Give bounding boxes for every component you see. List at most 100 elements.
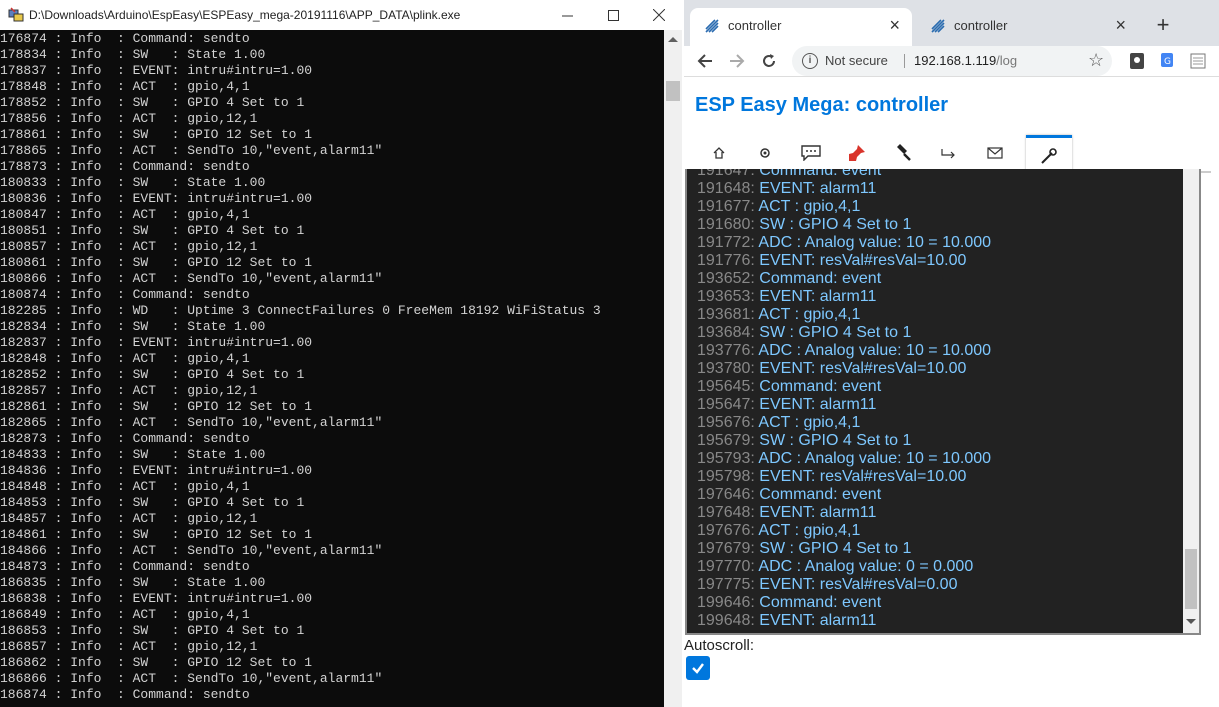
console-titlebar[interactable]: D:\Downloads\Arduino\EspEasy\ESPEasy_meg… — [0, 0, 682, 30]
tab-label: controller — [954, 18, 1008, 33]
console-line: 178873 : Info : Command: sendto — [0, 159, 250, 174]
log-timestamp: 197775: — [697, 576, 755, 593]
extension-icon[interactable] — [1129, 52, 1145, 70]
favicon-icon — [931, 19, 945, 33]
log-message: EVENT: resVal#resVal=0.00 — [759, 576, 958, 593]
autoscroll-checkbox[interactable] — [686, 656, 710, 680]
log-message: ACT : gpio,4,1 — [758, 414, 861, 431]
tab-controller[interactable]: controller × — [916, 8, 1138, 46]
nav-tab-tools[interactable] — [1026, 135, 1072, 173]
info-icon[interactable]: i — [802, 53, 818, 69]
log-line: 195676: ACT : gpio,4,1 — [697, 414, 991, 432]
nav-tab-main[interactable] — [696, 135, 742, 171]
log-viewer[interactable]: 191647: Command: event 191648: EVENT: ala… — [685, 169, 1201, 635]
log-message: ADC : Analog value: 10 = 10.000 — [758, 234, 992, 251]
log-message: EVENT: alarm11 — [759, 288, 877, 305]
log-timestamp: 191680: — [697, 216, 755, 233]
console-scroll-thumb[interactable] — [666, 81, 680, 101]
log-message: ADC : Analog value: 0 = 0.000 — [758, 558, 974, 575]
log-message: SW : GPIO 4 Set to 1 — [759, 540, 912, 557]
url-path: /log — [996, 53, 1018, 68]
log-timestamp: 195647: — [697, 396, 755, 413]
log-message: SW : GPIO 4 Set to 1 — [759, 432, 912, 449]
page-title: ESP Easy Mega: controller — [695, 94, 949, 116]
console-line: 180847 : Info : ACT : gpio,4,1 — [0, 207, 250, 222]
reader-icon[interactable] — [1190, 52, 1206, 70]
console-line: 180833 : Info : SW : State 1.00 — [0, 175, 266, 190]
log-timestamp: 195798: — [697, 468, 755, 485]
new-tab-button[interactable]: + — [1152, 12, 1174, 38]
console-line: 184873 : Info : Command: sendto — [0, 559, 250, 574]
log-line: 199646: Command: event — [697, 594, 991, 612]
maximize-button[interactable] — [590, 0, 636, 30]
address-bar[interactable]: i Not secure 192.168.1.119/log ☆ — [792, 46, 1112, 76]
url-host: 192.168.1.119 — [914, 53, 997, 68]
log-line: 197676: ACT : gpio,4,1 — [697, 522, 991, 540]
nav-tab-controllers[interactable] — [788, 135, 834, 171]
scroll-down-icon[interactable] — [1186, 619, 1196, 624]
console-output[interactable]: 176874 : Info : Command: sendto 178834 : … — [0, 30, 664, 707]
browser-toolbar: i Not secure 192.168.1.119/log ☆ G — [684, 46, 1219, 77]
console-line: 178861 : Info : SW : GPIO 12 Set to 1 — [0, 127, 313, 142]
favicon-icon — [705, 19, 719, 33]
tab-close-icon[interactable]: × — [1115, 15, 1126, 36]
console-line: 186857 : Info : ACT : gpio,12,1 — [0, 639, 258, 654]
tab-close-icon[interactable]: × — [889, 15, 900, 36]
log-line: 193653: EVENT: alarm11 — [697, 288, 991, 306]
svg-text:G: G — [1164, 57, 1171, 67]
console-line: 184848 : Info : ACT : gpio,4,1 — [0, 479, 250, 494]
log-scrollbar[interactable] — [1183, 169, 1199, 633]
console-line: 178837 : Info : EVENT: intru#intru=1.00 — [0, 63, 313, 78]
log-timestamp: 193653: — [697, 288, 755, 305]
log-line: 195798: EVENT: resVal#resVal=10.00 — [697, 468, 991, 486]
bookmark-star-icon[interactable]: ☆ — [1088, 50, 1104, 71]
tab-controller-active[interactable]: controller × — [690, 8, 912, 46]
console-line: 186849 : Info : ACT : gpio,4,1 — [0, 607, 250, 622]
log-scroll-thumb[interactable] — [1185, 549, 1197, 609]
url-text[interactable]: 192.168.1.119/log — [914, 53, 1017, 68]
nav-tab-config[interactable] — [742, 135, 788, 171]
console-window: D:\Downloads\Arduino\EspEasy\ESPEasy_meg… — [0, 0, 682, 707]
close-button[interactable] — [636, 0, 682, 30]
console-line: 180874 : Info : Command: sendto — [0, 287, 250, 302]
console-line: 182285 : Info : WD : Uptime 3 ConnectFai… — [0, 303, 601, 318]
nav-tab-hardware[interactable] — [834, 135, 880, 171]
scroll-up-icon[interactable] — [668, 37, 678, 42]
log-timestamp: 197679: — [697, 540, 755, 557]
forward-button[interactable] — [725, 49, 749, 73]
console-line: 182857 : Info : ACT : gpio,12,1 — [0, 383, 258, 398]
log-line: 197770: ADC : Analog value: 0 = 0.000 — [697, 558, 991, 576]
nav-tab-rules[interactable] — [926, 135, 972, 171]
translate-icon[interactable]: G — [1160, 52, 1176, 70]
nav-tab-devices[interactable] — [880, 135, 926, 171]
back-button[interactable] — [693, 49, 717, 73]
log-line-list: 191647: Command: event 191648: EVENT: ala… — [697, 169, 991, 630]
console-scrollbar[interactable] — [664, 30, 682, 707]
log-timestamp: 193681: — [697, 306, 755, 323]
reload-button[interactable] — [757, 49, 781, 73]
minimize-button[interactable] — [544, 0, 590, 30]
nav-tab-notifications[interactable] — [972, 135, 1018, 171]
console-line: 182837 : Info : EVENT: intru#intru=1.00 — [0, 335, 313, 350]
log-message: EVENT: resVal#resVal=10.00 — [759, 468, 967, 485]
minimize-icon — [561, 15, 573, 16]
autoscroll-label: Autoscroll: — [684, 637, 755, 654]
log-timestamp: 195679: — [697, 432, 755, 449]
console-line: 186835 : Info : SW : State 1.00 — [0, 575, 266, 590]
log-message: EVENT: alarm11 — [759, 504, 877, 521]
plug-icon — [897, 144, 911, 161]
gear-icon — [760, 148, 770, 158]
log-message: EVENT: alarm11 — [759, 612, 877, 629]
log-timestamp: 193684: — [697, 324, 755, 341]
log-line: 197679: SW : GPIO 4 Set to 1 — [697, 540, 991, 558]
console-line: 180866 : Info : ACT : SendTo 10,"event,a… — [0, 271, 383, 286]
console-line: 182852 : Info : SW : GPIO 4 Set to 1 — [0, 367, 305, 382]
pin-icon — [849, 145, 865, 161]
console-line: 182861 : Info : SW : GPIO 12 Set to 1 — [0, 399, 313, 414]
log-line: 195645: Command: event — [697, 378, 991, 396]
log-message: Command: event — [759, 594, 882, 611]
log-line: 191648: EVENT: alarm11 — [697, 180, 991, 198]
log-line: 197775: EVENT: resVal#resVal=0.00 — [697, 576, 991, 594]
console-line: 186874 : Info : Command: sendto — [0, 687, 250, 702]
log-line: 191772: ADC : Analog value: 10 = 10.000 — [697, 234, 991, 252]
